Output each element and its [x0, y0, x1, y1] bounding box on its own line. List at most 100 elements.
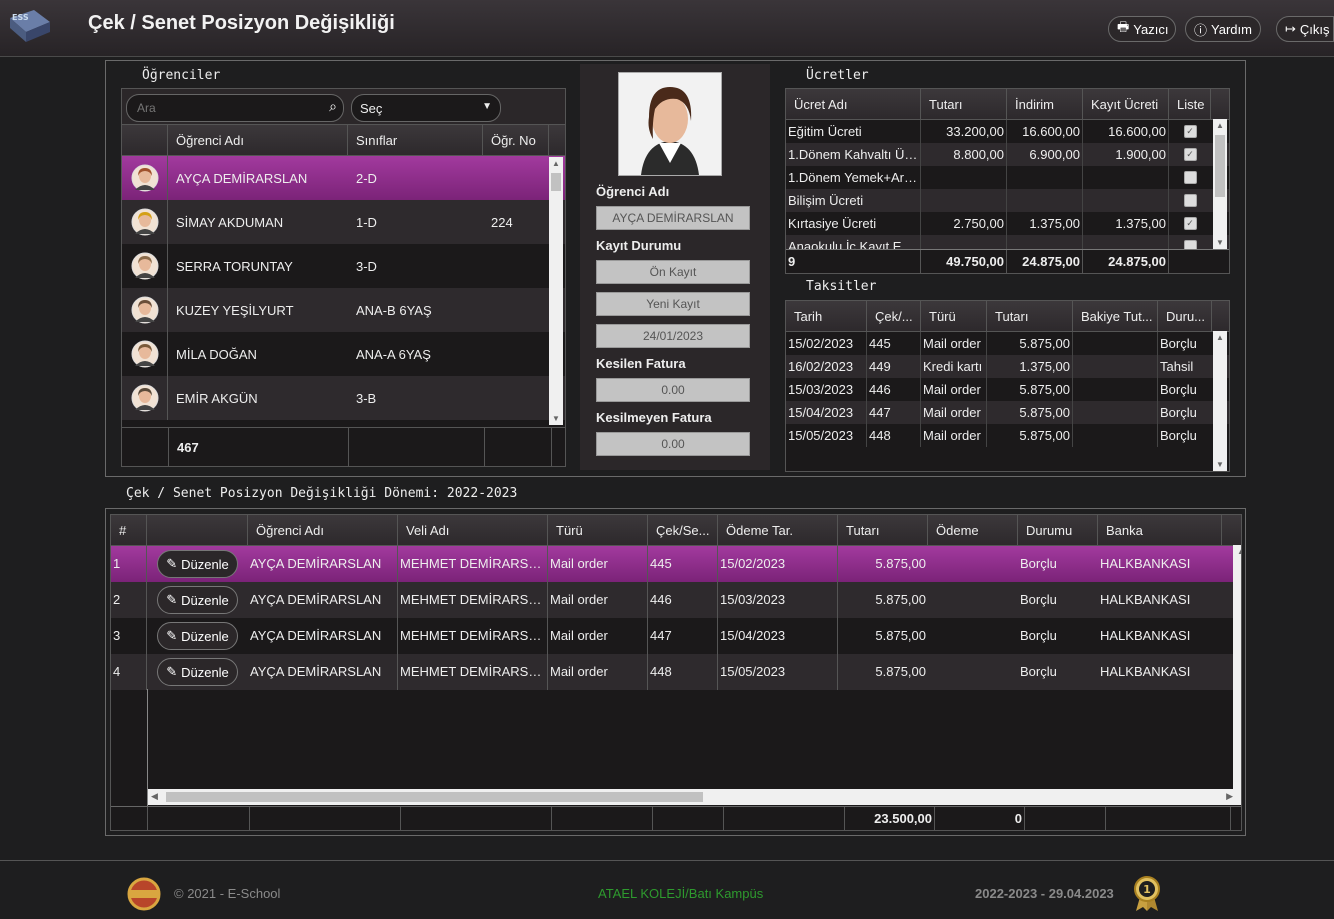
col-inst-type[interactable]: Türü	[921, 301, 987, 331]
invoiced-field[interactable]: 0.00	[596, 378, 750, 402]
student-row[interactable]: SİMAY AKDUMAN 1-D 224	[122, 200, 565, 244]
row-actions: ✎ Düzenle	[147, 550, 248, 578]
col-inst-number[interactable]: Çek/...	[867, 301, 921, 331]
fee-list-cell: ✓	[1169, 217, 1211, 230]
edit-button[interactable]: ✎ Düzenle	[157, 622, 238, 650]
main-row[interactable]: 3 ✎ Düzenle AYÇA DEMİRARSLAN MEHMET DEMİRARS…	[111, 618, 1233, 654]
edit-button[interactable]: ✎ Düzenle	[157, 550, 238, 578]
col-index[interactable]: #	[111, 515, 147, 545]
main-parent: MEHMET DEMİRARSLAN	[398, 618, 548, 654]
edit-label: Düzenle	[181, 628, 229, 644]
print-button[interactable]: 🖶 Yazıcı	[1108, 16, 1176, 42]
installment-row[interactable]: 15/05/2023 448 Mail order 5.875,00 Borçlu	[786, 424, 1229, 447]
col-main-due-date[interactable]: Ödeme Tar.	[718, 515, 838, 545]
col-fee-amount[interactable]: Tutarı	[921, 89, 1007, 119]
fee-checkbox[interactable]	[1183, 171, 1197, 184]
sign-out-icon: ↦	[1285, 21, 1296, 36]
student-avatar	[122, 376, 168, 420]
student-name-field[interactable]: AYÇA DEMİRARSLAN	[596, 206, 750, 230]
fee-row[interactable]: Bilişim Ücreti	[786, 189, 1229, 212]
col-fee-registration[interactable]: Kayıt Ücreti	[1083, 89, 1169, 119]
students-toolbar: ⌕ Seç ▼	[121, 88, 566, 126]
col-student-name[interactable]: Öğrenci Adı	[168, 125, 348, 155]
student-avatar	[122, 288, 168, 332]
installment-row[interactable]: 15/02/2023 445 Mail order 5.875,00 Borçlu	[786, 332, 1229, 355]
col-fee-name[interactable]: Ücret Adı	[786, 89, 921, 119]
exit-button[interactable]: ↦ Çıkış	[1276, 16, 1334, 42]
installment-row[interactable]: 15/04/2023 447 Mail order 5.875,00 Borçlu	[786, 401, 1229, 424]
main-status: Borçlu	[1020, 592, 1057, 607]
col-class[interactable]: Sınıflar	[348, 125, 483, 155]
student-row[interactable]: KUZEY YEŞİLYURT ANA-B 6YAŞ	[122, 288, 565, 332]
pre-registration-button[interactable]: Ön Kayıt	[596, 260, 750, 284]
fee-row[interactable]: Kırtasiye Ücreti 2.750,00 1.375,00 1.375,00…	[786, 212, 1229, 235]
inst-type: Kredi kartı	[921, 355, 987, 378]
search-field[interactable]	[135, 100, 319, 116]
avatar-icon	[131, 208, 158, 236]
installment-row[interactable]: 15/03/2023 446 Mail order 5.875,00 Borçlu	[786, 378, 1229, 401]
student-class: 3-B	[356, 390, 377, 406]
registration-date-field[interactable]: 24/01/2023	[596, 324, 750, 348]
row-index: 4	[111, 654, 147, 690]
fees-scrollbar[interactable]: ▲ ▼	[1213, 119, 1227, 249]
col-inst-balance[interactable]: Bakiye Tut...	[1073, 301, 1158, 331]
students-scrollbar[interactable]: ▲ ▼	[549, 157, 563, 425]
col-main-amount[interactable]: Tutarı	[838, 515, 928, 545]
fee-name: Bilişim Ücreti	[786, 189, 921, 212]
inst-balance	[1073, 401, 1158, 424]
main-vscrollbar[interactable]: ▲ ▼	[1233, 545, 1241, 803]
main-number: 445	[648, 546, 718, 582]
main-total-payment: 0	[935, 807, 1025, 830]
main-parent: MEHMET DEMİRARSLAN	[398, 546, 548, 582]
student-row[interactable]: AYÇA DEMİRARSLAN 2-D	[122, 156, 565, 200]
fee-row[interactable]: Eğitim Ücreti 33.200,00 16.600,00 16.600,00…	[786, 120, 1229, 143]
col-student-no[interactable]: Öğr. No	[483, 125, 549, 155]
row-index: 3	[111, 618, 147, 654]
student-row[interactable]: MİLA DOĞAN ANA-A 6YAŞ	[122, 332, 565, 376]
main-row[interactable]: 4 ✎ Düzenle AYÇA DEMİRARSLAN MEHMET DEMİRARS…	[111, 654, 1233, 690]
fee-row[interactable]: 1.Dönem Yemek+Ara...	[786, 166, 1229, 189]
student-row[interactable]: SERRA TORUNTAY 3-D	[122, 244, 565, 288]
fee-checkbox[interactable]: ✓	[1183, 217, 1197, 230]
edit-button[interactable]: ✎ Düzenle	[157, 586, 238, 614]
fee-discount: 1.375,00	[1007, 212, 1083, 235]
col-main-bank[interactable]: Banka	[1098, 515, 1222, 545]
col-main-status[interactable]: Durumu	[1018, 515, 1098, 545]
main-footer: 23.500,00 0	[111, 806, 1241, 830]
col-main-number[interactable]: Çek/Se...	[648, 515, 718, 545]
fee-checkbox[interactable]: ✓	[1183, 125, 1197, 138]
col-inst-status[interactable]: Duru...	[1158, 301, 1212, 331]
fee-checkbox[interactable]	[1183, 194, 1197, 207]
installments-title: Taksitler	[800, 279, 883, 294]
main-hscrollbar[interactable]: ◀ ▶	[148, 789, 1241, 805]
student-row[interactable]: EMİR AKGÜN 3-B	[122, 376, 565, 420]
student-number: 224	[491, 214, 513, 230]
main-row[interactable]: 1 ✎ Düzenle AYÇA DEMİRARSLAN MEHMET DEMİRARS…	[111, 546, 1233, 582]
edit-button[interactable]: ✎ Düzenle	[157, 658, 238, 686]
installment-row[interactable]: 16/02/2023 449 Kredi kartı 1.375,00 Tahsil	[786, 355, 1229, 378]
col-inst-date[interactable]: Tarih	[786, 301, 867, 331]
main-amount: 5.875,00	[875, 592, 926, 607]
col-main-type[interactable]: Türü	[548, 515, 648, 545]
fee-discount	[1007, 166, 1083, 189]
main-row[interactable]: 2 ✎ Düzenle AYÇA DEMİRARSLAN MEHMET DEMİRARS…	[111, 582, 1233, 618]
search-input[interactable]: ⌕	[126, 94, 344, 122]
student-photo	[618, 72, 722, 176]
col-inst-amount[interactable]: Tutarı	[987, 301, 1073, 331]
fee-row[interactable]: 1.Dönem Kahvaltı Üc... 8.800,00 6.900,00 1.…	[786, 143, 1229, 166]
fee-checkbox[interactable]: ✓	[1183, 148, 1197, 161]
col-main-payment[interactable]: Ödeme	[928, 515, 1018, 545]
main-status: Borçlu	[1020, 664, 1057, 679]
class-select[interactable]: Seç ▼	[351, 94, 501, 122]
installments-scrollbar[interactable]: ▲ ▼	[1213, 331, 1227, 471]
help-button[interactable]: ⓘ Yardım	[1185, 16, 1261, 42]
col-main-parent[interactable]: Veli Adı	[398, 515, 548, 545]
not-invoiced-field[interactable]: 0.00	[596, 432, 750, 456]
new-registration-button[interactable]: Yeni Kayıt	[596, 292, 750, 316]
col-main-student[interactable]: Öğrenci Adı	[248, 515, 398, 545]
col-fee-list[interactable]: Liste	[1169, 89, 1211, 119]
col-fee-discount[interactable]: İndirim	[1007, 89, 1083, 119]
student-photo-image	[619, 73, 721, 175]
student-name: KUZEY YEŞİLYURT	[176, 302, 294, 318]
students-title: Öğrenciler	[136, 68, 227, 83]
